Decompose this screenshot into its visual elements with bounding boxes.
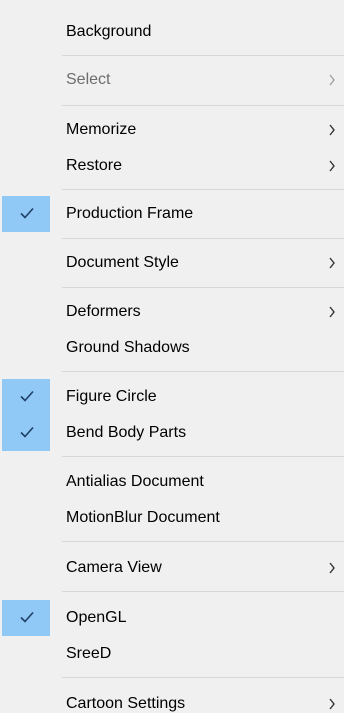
menu-item-label: Select xyxy=(66,71,111,88)
menu-separator xyxy=(62,541,344,542)
submenu-arrow-icon xyxy=(329,257,335,269)
menu-item-select[interactable]: Select xyxy=(0,62,344,98)
menu-separator xyxy=(62,371,344,372)
submenu-arrow-icon xyxy=(329,306,335,318)
menu-item-memorize[interactable]: Memorize xyxy=(0,112,344,148)
menu-item-label: OpenGL xyxy=(66,609,127,626)
menu-item-cartoon-settings[interactable]: Cartoon Settings xyxy=(0,686,344,713)
menu-item-label: Ground Shadows xyxy=(66,339,190,356)
menu-item-label: SreeD xyxy=(66,645,112,662)
submenu-arrow-icon xyxy=(329,124,335,136)
menu-item-label: Camera View xyxy=(66,559,162,576)
menu-separator xyxy=(62,287,344,288)
check-mark-cell xyxy=(2,415,50,451)
menu-separator xyxy=(62,456,344,457)
menu-item-document-style[interactable]: Document Style xyxy=(0,245,344,281)
menu-item-motionblur-document[interactable]: MotionBlur Document xyxy=(0,500,344,536)
menu-item-label: Bend Body Parts xyxy=(66,424,187,441)
menu-separator xyxy=(62,677,344,678)
menu-item-label: MotionBlur Document xyxy=(66,509,220,526)
menu-separator xyxy=(62,105,344,106)
submenu-arrow-icon xyxy=(329,74,335,86)
menu-item-label: Restore xyxy=(66,157,123,174)
menu-item-ground-shadows[interactable]: Ground Shadows xyxy=(0,330,344,366)
menu-item-label: Antialias Document xyxy=(66,473,204,490)
checkmark-icon xyxy=(20,426,34,438)
menu-item-background[interactable]: Background xyxy=(0,14,344,50)
menu-separator xyxy=(62,238,344,239)
checkmark-icon xyxy=(20,207,34,219)
menu-separator xyxy=(62,591,344,592)
menu-item-label: Document Style xyxy=(66,254,179,271)
menu-item-sreed[interactable]: SreeD xyxy=(0,636,344,672)
submenu-arrow-icon xyxy=(329,160,335,172)
submenu-arrow-icon xyxy=(329,562,335,574)
menu-item-antialias-document[interactable]: Antialias Document xyxy=(0,464,344,500)
menu-item-camera-view[interactable]: Camera View xyxy=(0,550,344,586)
menu-item-deformers[interactable]: Deformers xyxy=(0,294,344,330)
check-mark-cell xyxy=(2,600,50,636)
menu-item-label: Production Frame xyxy=(66,205,194,222)
menu-separator xyxy=(62,189,344,190)
context-menu: Background Select Memorize Restore Produ… xyxy=(0,0,344,713)
menu-item-opengl[interactable]: OpenGL xyxy=(0,600,344,636)
submenu-arrow-icon xyxy=(329,698,335,710)
menu-item-restore[interactable]: Restore xyxy=(0,148,344,184)
checkmark-icon xyxy=(20,611,34,623)
check-mark-cell xyxy=(2,379,50,415)
menu-item-bend-body-parts[interactable]: Bend Body Parts xyxy=(0,415,344,451)
menu-item-label: Figure Circle xyxy=(66,388,157,405)
menu-item-label: Background xyxy=(66,23,152,40)
menu-item-label: Deformers xyxy=(66,303,141,320)
menu-item-figure-circle[interactable]: Figure Circle xyxy=(0,379,344,415)
checkmark-icon xyxy=(20,390,34,402)
check-mark-cell xyxy=(2,196,50,232)
menu-item-label: Cartoon Settings xyxy=(66,695,186,712)
menu-separator xyxy=(62,55,344,56)
menu-item-label: Memorize xyxy=(66,121,137,138)
menu-item-production-frame[interactable]: Production Frame xyxy=(0,196,344,232)
